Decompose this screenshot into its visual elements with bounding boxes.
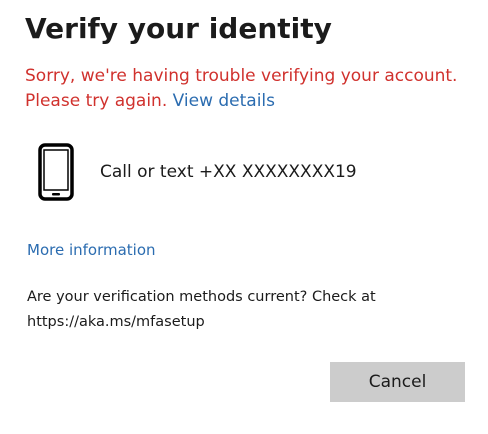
mobile-phone-icon [38, 143, 74, 201]
cancel-button[interactable]: Cancel [330, 362, 465, 402]
more-information-link[interactable]: More information [27, 241, 156, 259]
method-label: Call or text +XX XXXXXXXX19 [100, 162, 357, 182]
verify-identity-dialog: Verify your identity Sorry, we're having… [0, 0, 488, 434]
view-details-link[interactable]: View details [173, 91, 275, 111]
verification-method-option[interactable]: Call or text +XX XXXXXXXX19 [38, 143, 357, 201]
dialog-title: Verify your identity [25, 12, 332, 45]
mfa-setup-note: Are your verification methods current? C… [27, 289, 376, 330]
error-message: Sorry, we're having trouble verifying yo… [25, 64, 470, 114]
